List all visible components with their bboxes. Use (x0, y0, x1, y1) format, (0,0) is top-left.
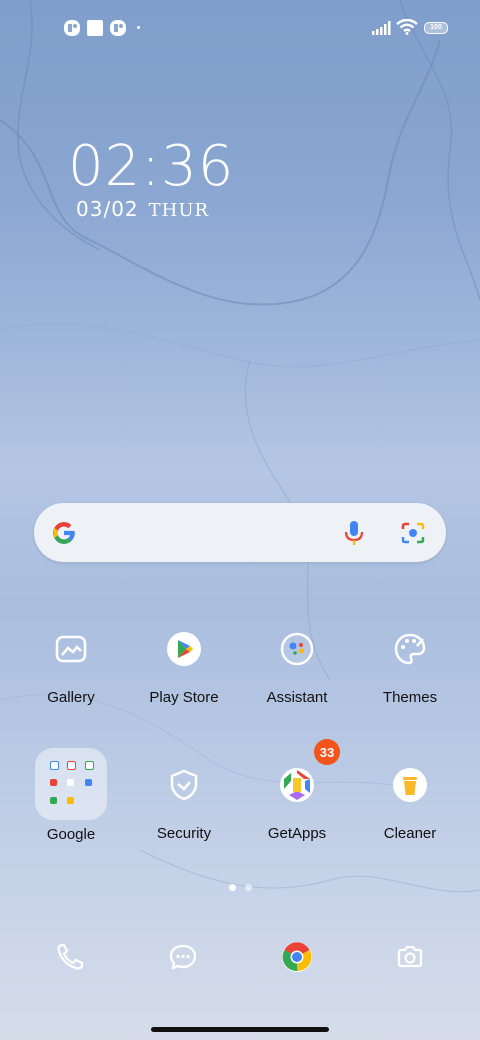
photos-mini-icon (67, 797, 74, 804)
clock-date[interactable]: 03/02 THUR (76, 197, 209, 221)
maps-mini-icon (85, 761, 94, 770)
app-label: Themes (382, 689, 438, 706)
chrome-icon (282, 942, 312, 972)
camera-icon (397, 945, 423, 968)
dock-camera[interactable] (385, 932, 435, 982)
date-text: 03/02 (76, 197, 139, 221)
mic-icon[interactable] (342, 520, 366, 546)
home-indicator[interactable] (151, 1027, 329, 1032)
clock-time[interactable]: 02:36 (68, 134, 234, 199)
getapps-icon (280, 768, 314, 802)
google-g-icon (53, 522, 75, 544)
square-notification-icon (87, 20, 103, 36)
weekday-text: THUR (148, 200, 210, 221)
app-getapps[interactable]: GetApps (247, 755, 347, 842)
youtube-mini-icon (50, 779, 57, 786)
duo-mini-icon (50, 797, 57, 804)
app-label: GetApps (267, 825, 327, 842)
messages-icon (169, 944, 197, 970)
page-dot-active (229, 884, 236, 891)
palette-icon (394, 633, 426, 665)
more-notifications-dot (137, 26, 140, 29)
battery-indicator: 100 (424, 22, 448, 34)
play-store-icon (167, 632, 201, 666)
status-bar: 100 (0, 0, 480, 56)
app-label: Security (156, 825, 212, 842)
dock-chrome[interactable] (272, 932, 322, 982)
app-label: Gallery (47, 689, 95, 706)
assistant-icon (280, 632, 314, 666)
lens-icon[interactable] (400, 521, 426, 545)
notification-app-icon (110, 20, 126, 36)
app-label: Play Store (149, 689, 219, 706)
meet-mini-icon (85, 779, 92, 786)
notification-app-icon (64, 20, 80, 36)
page-dot (245, 884, 252, 891)
app-play-store[interactable]: Play Store (134, 619, 234, 706)
app-security[interactable]: Security (134, 755, 234, 842)
app-assistant[interactable]: Assistant (247, 619, 347, 706)
signal-icon (372, 21, 391, 35)
app-label: Cleaner (383, 825, 437, 842)
app-gallery[interactable]: Gallery (21, 619, 121, 706)
wifi-icon (396, 19, 418, 35)
folder-google[interactable]: Google (21, 748, 121, 843)
app-themes[interactable]: Themes (360, 619, 460, 706)
google-search-bar[interactable] (34, 503, 446, 562)
page-indicator[interactable] (229, 878, 261, 896)
app-label: Google (46, 826, 96, 843)
notification-badge: 33 (314, 739, 340, 765)
folder-icon (35, 748, 107, 820)
app-cleaner[interactable]: Cleaner (360, 755, 460, 842)
gmail-mini-icon (67, 761, 76, 770)
trash-icon (393, 768, 427, 802)
gallery-icon (55, 635, 87, 663)
shield-icon (170, 769, 198, 801)
drive-mini-icon (67, 779, 74, 786)
dock-phone[interactable] (45, 932, 95, 982)
google-mini-icon (50, 761, 59, 770)
phone-icon (57, 943, 84, 970)
app-label: Assistant (266, 689, 328, 706)
dock-messages[interactable] (158, 932, 208, 982)
